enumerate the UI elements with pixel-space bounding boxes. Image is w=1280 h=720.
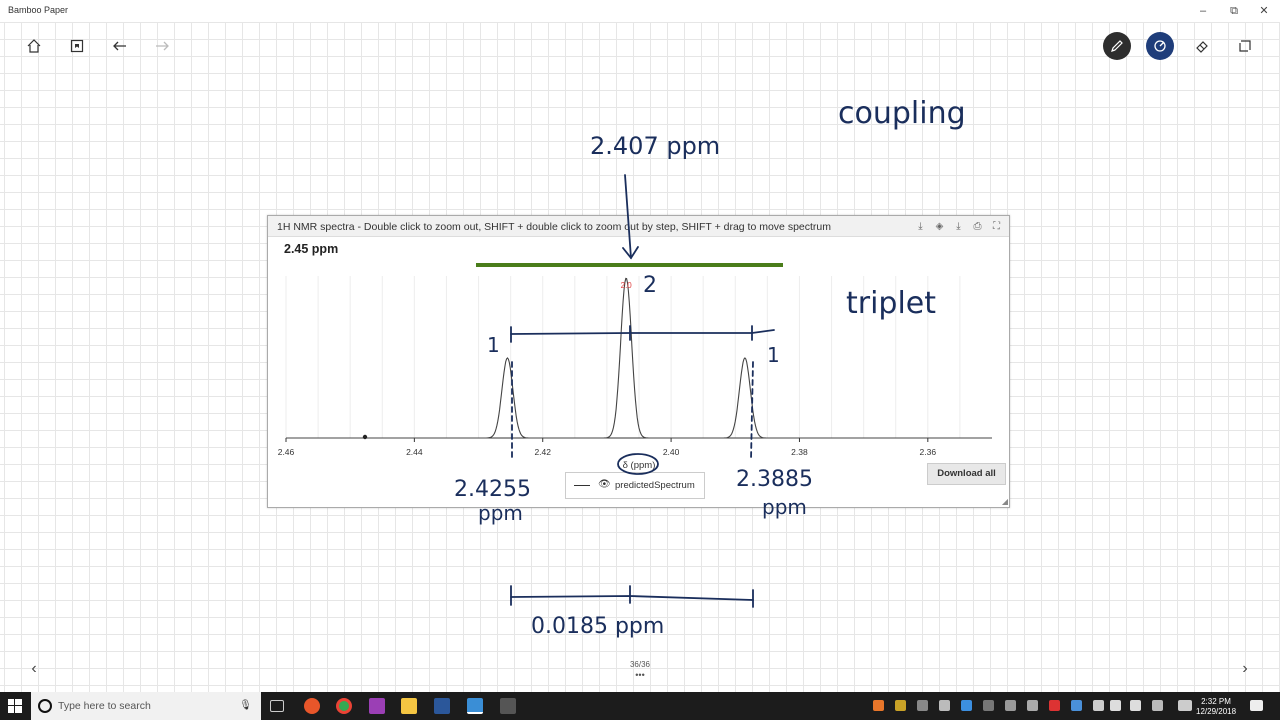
lasso-select-button[interactable] [1231,32,1259,60]
lasso-icon [1239,40,1251,52]
chrome-icon[interactable] [336,698,352,714]
save-icon[interactable]: ⤓ [952,220,965,233]
task-view-icon[interactable] [270,700,284,712]
x-tick-label: 2.44 [406,447,423,457]
download-icon[interactable]: ⤓ [914,220,927,233]
tray-icon-3[interactable] [917,700,928,711]
page-counter: 36/36 [629,660,651,669]
clock-time: 2:32 PM [1201,697,1231,706]
x-tick-label: 2.36 [920,447,937,457]
x-axis-ticks: 2.46 2.44 2.42 2.40 2.38 2.36 [278,438,937,457]
firefox-icon[interactable] [304,698,320,714]
download-all-button[interactable]: Download all [927,463,1006,485]
window-title: Bamboo Paper [8,5,69,15]
x-axis-title: δ (ppm) [623,460,656,471]
volume-icon[interactable] [1130,700,1141,711]
system-clock[interactable]: 2:32 PM 12/29/2018 [1196,697,1236,717]
peak-integration-label: 2.0 [621,281,633,290]
x-tick-label: 2.40 [663,447,680,457]
notifications-icon[interactable] [1250,700,1263,711]
previous-page-button[interactable]: ‹ [26,660,42,678]
undo-icon [113,41,126,51]
tray-icon-10[interactable] [1093,700,1104,711]
panel-icon-group: ⤓ ◈ ⤓ ⎙ ⛶ [914,220,1003,233]
chart-legend[interactable]: 👁 predictedSpectrum [565,472,705,499]
taskbar-search-box[interactable]: Type here to search 🎙 [31,692,261,720]
pen-settings-icon[interactable] [1152,700,1163,711]
x-tick-label: 2.38 [791,447,808,457]
minimize-button[interactable]: – [1195,3,1211,19]
tray-icon-7[interactable] [1005,700,1016,711]
tray-icon-1[interactable] [873,700,884,711]
tray-icon-9[interactable] [1049,700,1060,711]
redo-icon [156,41,169,51]
eraser-icon [1196,41,1208,53]
x-tick-label: 2.46 [278,447,295,457]
fullscreen-icon[interactable]: ⛶ [990,220,1003,233]
bamboo-paper-icon[interactable] [467,698,483,714]
eye-icon[interactable]: 👁 [598,479,611,490]
panel-header: 1H NMR spectra - Double click to zoom ou… [268,216,1009,237]
cursor-marker [362,434,368,440]
more-options-button[interactable]: ••• [620,670,660,680]
windows-taskbar: Type here to search 🎙 2:32 PM 12/29/2018 [0,692,1280,720]
word-icon[interactable] [434,698,450,714]
dropbox-icon[interactable] [1071,700,1082,711]
keyboard-icon[interactable] [1178,700,1192,711]
tray-icon-2[interactable] [895,700,906,711]
tray-icon-6[interactable] [983,700,994,711]
eraser-icon[interactable]: ◈ [933,220,946,233]
integration-bar [476,263,783,267]
pen-tool-button[interactable] [1103,32,1131,60]
tray-icon-4[interactable] [939,700,950,711]
nmr-spectrum-panel[interactable]: 1H NMR spectra - Double click to zoom ou… [267,215,1010,508]
network-icon[interactable] [1110,700,1121,711]
app-icon[interactable] [369,698,385,714]
microphone-icon[interactable]: 🎙 [239,700,252,711]
windows-start-icon[interactable] [8,699,22,713]
close-button[interactable]: ✕ [1256,3,1272,19]
eraser-button[interactable] [1188,32,1216,60]
panel-title: 1H NMR spectra - Double click to zoom ou… [277,221,831,233]
maximize-button[interactable]: ⧉ [1226,3,1242,19]
calculator-icon[interactable] [500,698,516,714]
bookmark-button[interactable] [63,32,91,60]
spectrum-plot[interactable]: 2.46 2.44 2.42 2.40 2.38 2.36 2.0 δ (ppm) [268,238,1009,507]
x-tick-label: 2.42 [534,447,551,457]
tray-icon-8[interactable] [1027,700,1038,711]
legend-label: predictedSpectrum [615,480,695,491]
legend-line-swatch [574,485,590,486]
search-placeholder: Type here to search [58,700,151,712]
tray-icon-5[interactable] [961,700,972,711]
pen-icon [1111,40,1123,52]
color-picker-button[interactable] [1146,32,1174,60]
clock-date: 12/29/2018 [1196,707,1237,716]
redo-button[interactable] [148,32,176,60]
undo-button[interactable] [106,32,134,60]
next-page-button[interactable]: › [1237,660,1253,678]
resize-handle[interactable]: ◢ [1002,497,1008,506]
print-icon[interactable]: ⎙ [971,220,984,233]
cortana-icon [38,699,52,713]
color-picker-icon [1154,40,1166,52]
home-icon [27,39,41,53]
bookmark-icon [70,39,84,53]
home-button[interactable] [20,32,48,60]
window-titlebar: Bamboo Paper – ⧉ ✕ [0,0,1280,22]
file-explorer-icon[interactable] [401,698,417,714]
